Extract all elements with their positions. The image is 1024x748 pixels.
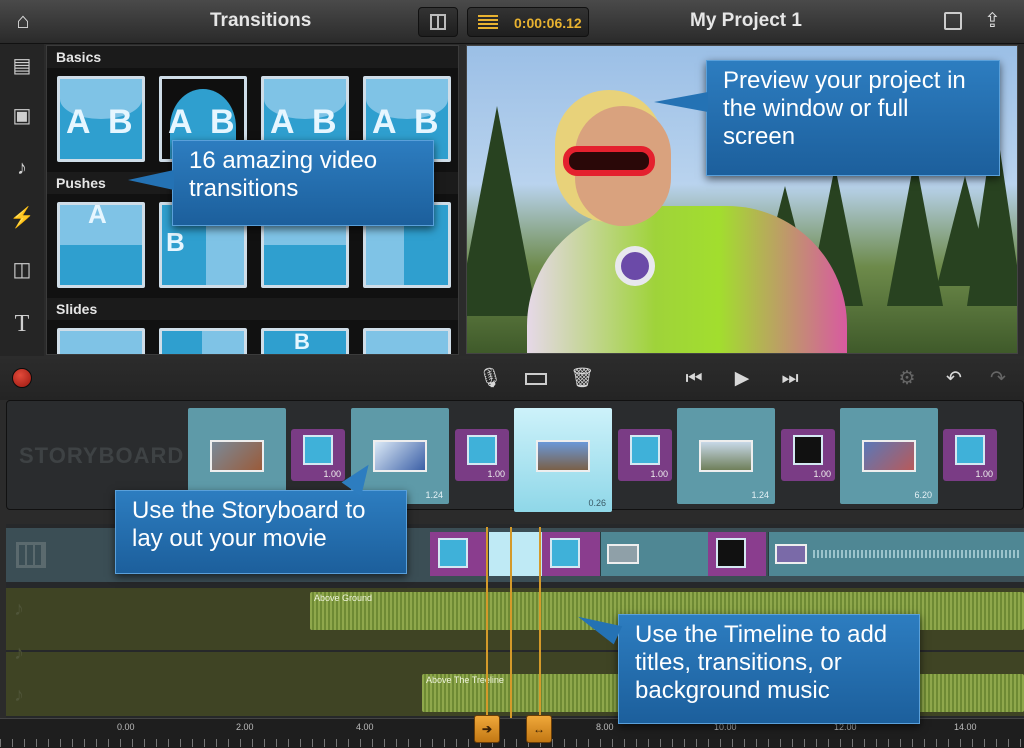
storyboard-clip[interactable]: 6.20 [840, 408, 938, 504]
ruler-tick: 2.00 [236, 722, 254, 732]
top-bar: ⌂ Transitions 0:00:06.12 My Project 1 ⇪ [0, 0, 1024, 44]
storyboard-transition[interactable]: 1.00 [781, 429, 835, 481]
split-clip-icon[interactable] [522, 366, 550, 392]
trash-icon[interactable]: 🗑 [568, 366, 596, 392]
ruler-tick: 4.00 [356, 722, 374, 732]
transition-tile[interactable] [363, 328, 451, 354]
timecode-icon [478, 15, 498, 29]
storyboard-label: STORYBOARD [19, 443, 185, 468]
music-note-icon[interactable]: ♪ [8, 154, 36, 182]
music-note-icon: ♪ [14, 684, 24, 706]
transition-bolt-icon[interactable]: ⚡ [8, 204, 36, 232]
transition-tile[interactable]: AB [57, 76, 145, 162]
callout-transitions: 16 amazing video transitions [172, 140, 434, 226]
playhead-trim-left[interactable] [486, 527, 488, 718]
storyboard-clip-selected[interactable]: 0.26 [514, 408, 612, 512]
ruler-tick: 0.00 [117, 722, 135, 732]
share-icon[interactable]: ⇪ [984, 8, 1010, 32]
storyboard-transition[interactable]: 1.00 [455, 429, 509, 481]
sunglasses-icon [563, 146, 655, 176]
film-icon[interactable]: ▤ [8, 52, 36, 80]
overlay-icon[interactable]: ◫ [8, 256, 36, 284]
panel-title: Transitions [210, 10, 312, 31]
playhead-move-button[interactable]: ➔ [474, 715, 500, 743]
home-icon[interactable]: ⌂ [10, 8, 36, 34]
callout-pointer [654, 92, 708, 112]
timecode-display[interactable]: 0:00:06.12 [467, 7, 589, 37]
storyboard-clip[interactable]: 1.24 [677, 408, 775, 504]
music-note-icon: ♪ [14, 598, 24, 620]
settings-icon[interactable]: ⚙ [893, 366, 921, 392]
project-title[interactable]: My Project 1 [690, 10, 802, 32]
film-icon [16, 542, 46, 568]
playhead-trim-button[interactable]: ↔ [526, 715, 552, 743]
microphone-icon[interactable]: 🎙 [476, 366, 504, 392]
storyboard-transition[interactable]: 1.00 [291, 429, 345, 481]
storyboard-transition[interactable]: 1.00 [943, 429, 997, 481]
section-basics: Basics [47, 46, 458, 68]
timeline-transition[interactable] [708, 532, 766, 576]
photo-icon[interactable]: ▣ [8, 102, 36, 130]
timeline-clip[interactable] [600, 532, 708, 576]
redo-icon[interactable]: ↷ [984, 366, 1012, 392]
audio-clip-label: Above The Treeline [426, 675, 504, 685]
skip-back-icon[interactable]: ⏮ [680, 366, 708, 392]
play-icon[interactable]: ▶ [728, 366, 756, 392]
fullscreen-icon[interactable] [944, 12, 962, 30]
timeline-clip-selected[interactable] [488, 532, 542, 576]
grid-view-icon [430, 14, 446, 30]
ruler-tick: 8.00 [596, 722, 614, 732]
grid-view-button[interactable] [418, 7, 458, 37]
timeline-clip[interactable] [768, 532, 1024, 576]
section-slides: Slides [47, 298, 458, 320]
callout-pointer [128, 170, 174, 190]
callout-timeline: Use the Timeline to add titles, transiti… [618, 614, 920, 724]
headphones-icon [615, 246, 655, 286]
transition-tile[interactable] [159, 328, 247, 354]
timeline-transition[interactable] [542, 532, 600, 576]
timecode-value: 0:00:06.12 [514, 15, 582, 31]
left-toolbar: ▤ ▣ ♪ ⚡ ◫ T [0, 44, 44, 356]
title-text-icon[interactable]: T [8, 310, 36, 338]
storyboard-transition[interactable]: 1.00 [618, 429, 672, 481]
playhead-trim-right[interactable] [539, 527, 541, 718]
transition-tile[interactable]: B [261, 328, 349, 354]
playhead-line[interactable] [510, 527, 512, 718]
timeline-transition[interactable] [430, 532, 488, 576]
transition-tile[interactable] [57, 328, 145, 354]
transition-tile[interactable]: A [57, 202, 145, 288]
music-note-icon: ♪ [14, 642, 24, 664]
callout-storyboard: Use the Storyboard to lay out your movie [115, 490, 407, 574]
undo-icon[interactable]: ↶ [940, 366, 968, 392]
controls-row: 🎙 🗑 ⏮ ▶ ⏭ ⚙ ↶ ↷ [0, 356, 1024, 400]
record-icon[interactable] [12, 368, 32, 388]
audio-clip-label: Above Ground [314, 593, 373, 603]
skip-forward-icon[interactable]: ⏭ [776, 366, 804, 392]
callout-preview: Preview your project in the window or fu… [706, 60, 1000, 176]
ruler-tick: 14.00 [954, 722, 977, 732]
